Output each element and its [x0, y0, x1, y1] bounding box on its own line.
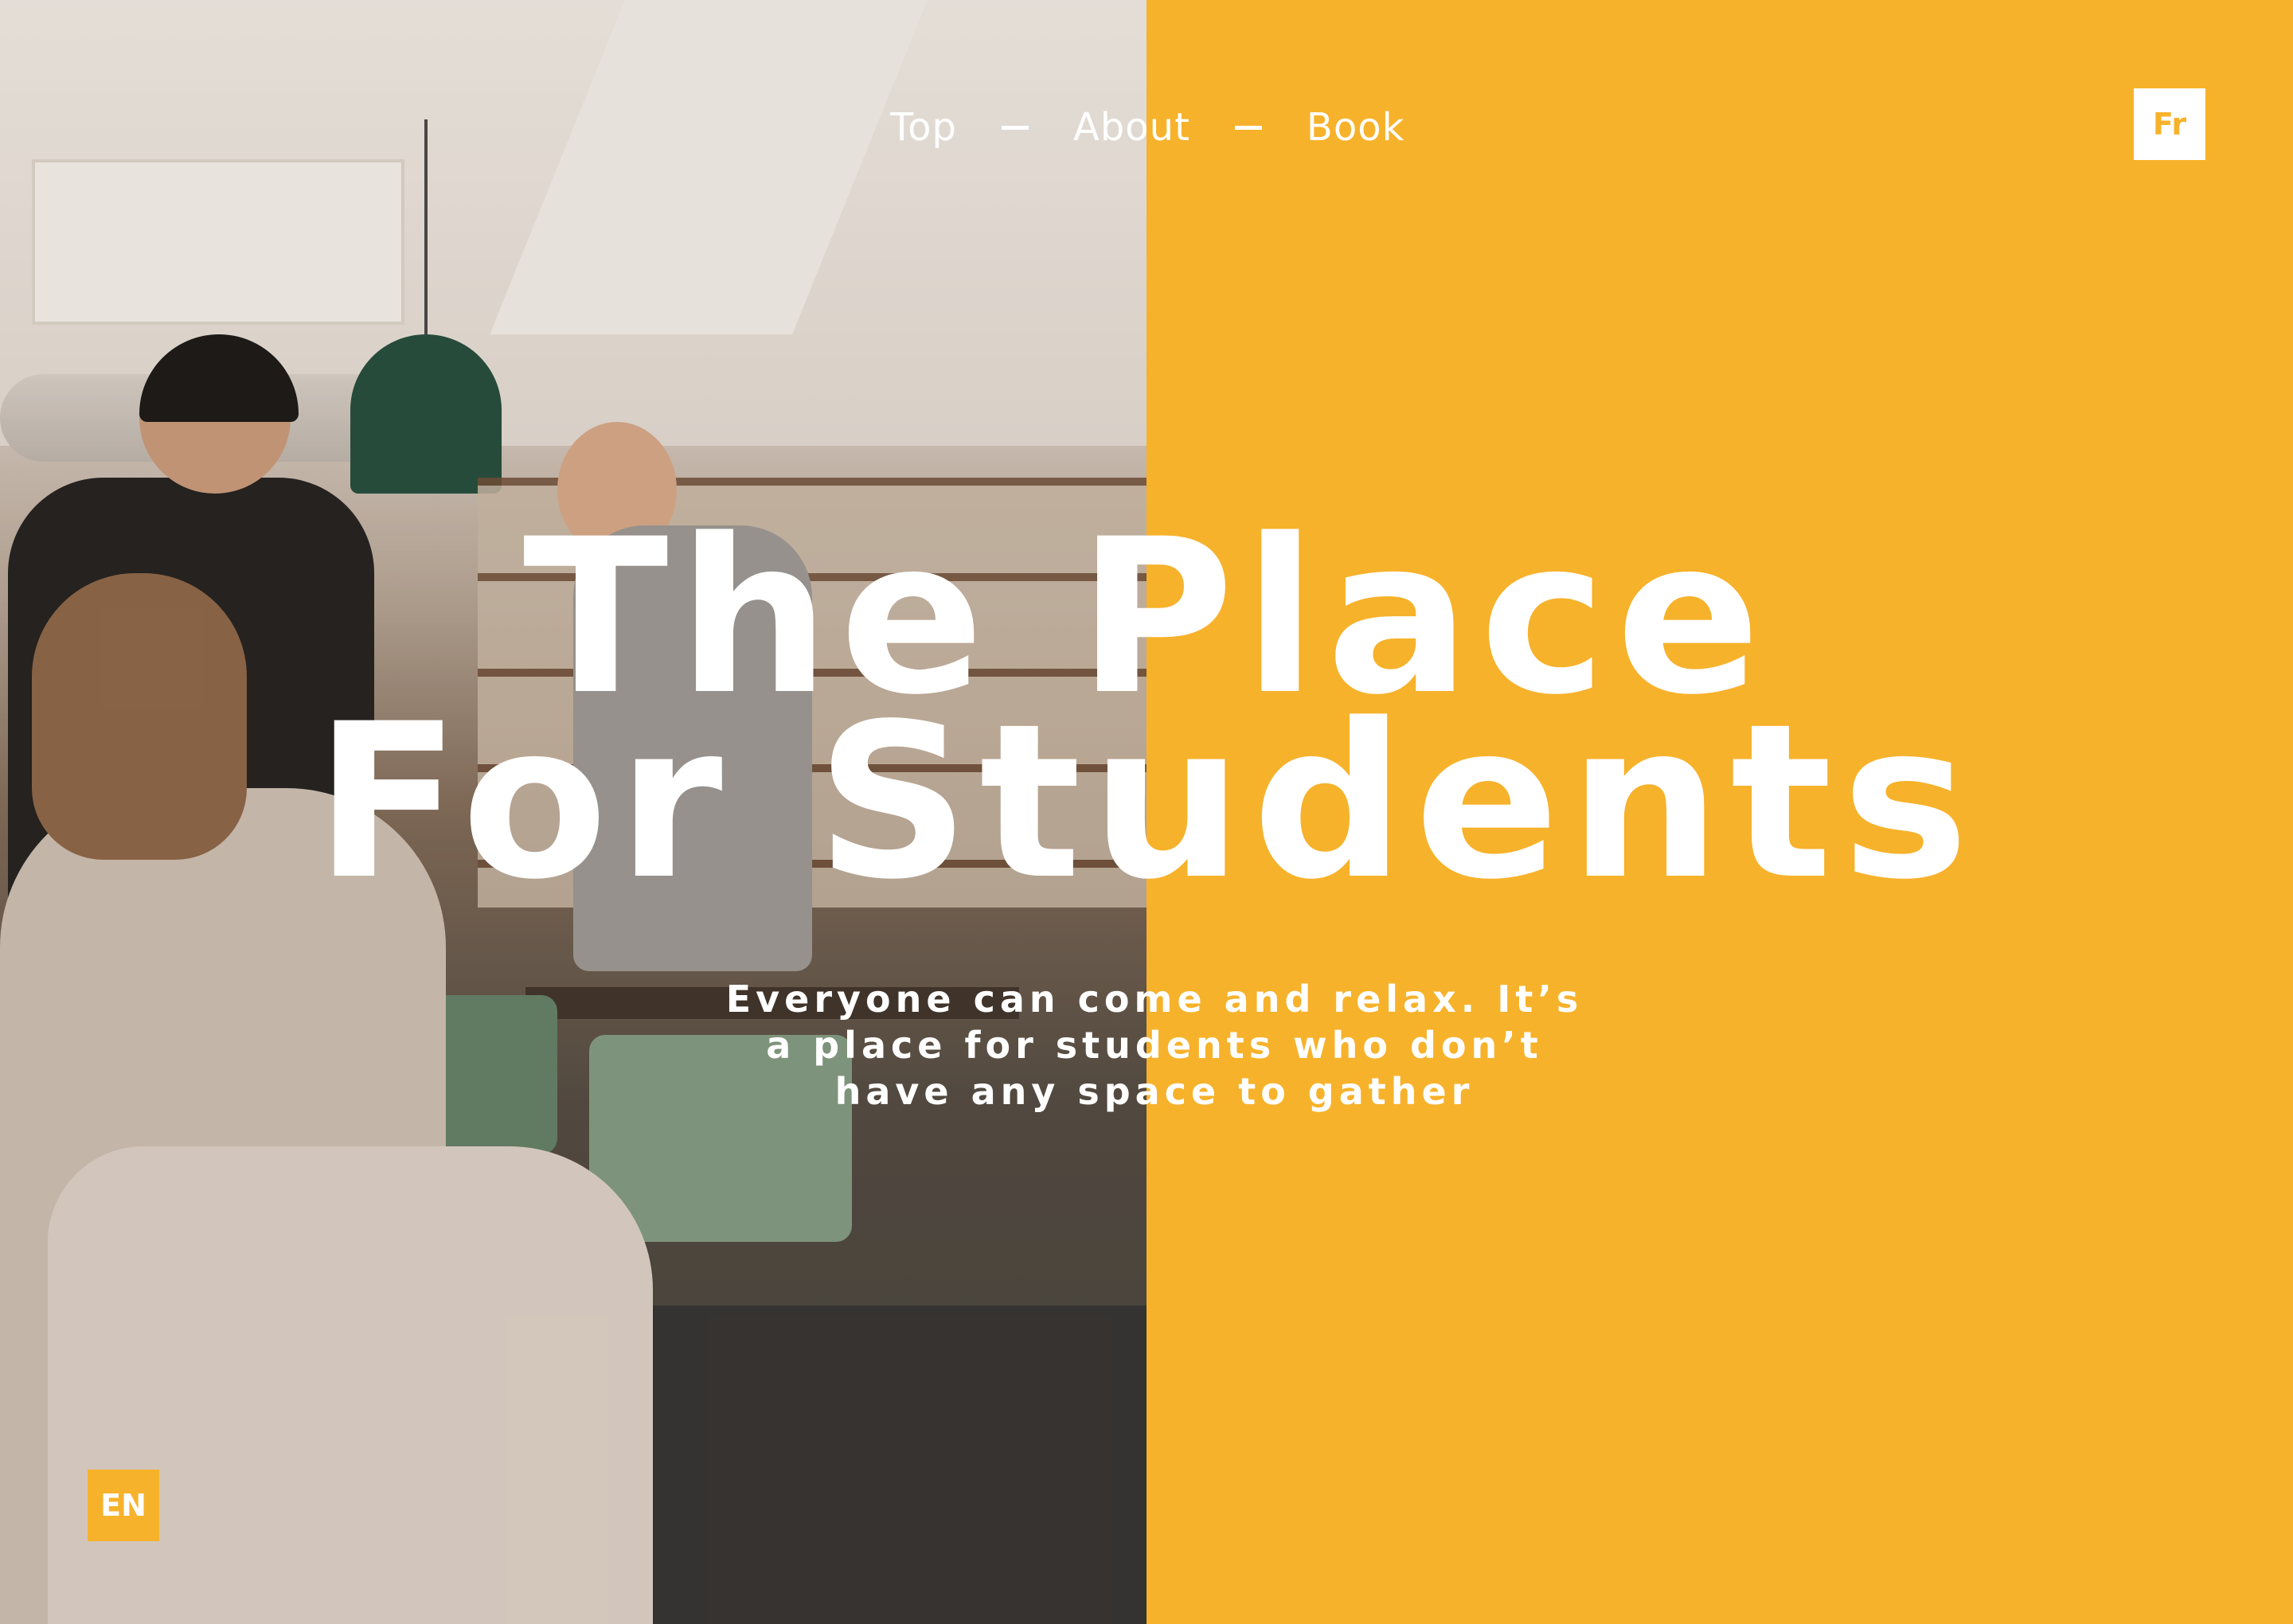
main-nav: Top About Book: [890, 105, 1404, 150]
nav-separator: [1002, 125, 1029, 130]
nav-separator: [1234, 125, 1262, 130]
nav-link-about[interactable]: About: [1073, 105, 1190, 150]
language-current-en[interactable]: EN: [88, 1470, 159, 1541]
hero-title: The Place For Students: [0, 511, 2293, 927]
nav-link-top[interactable]: Top: [890, 105, 957, 150]
hero-title-line-2: For Students: [314, 678, 1979, 927]
nav-link-book[interactable]: Book: [1307, 105, 1404, 150]
language-switch-fr[interactable]: Fr: [2134, 88, 2205, 160]
hero-subtitle: Everyone can come and relax. It’s a plac…: [725, 978, 1584, 1113]
